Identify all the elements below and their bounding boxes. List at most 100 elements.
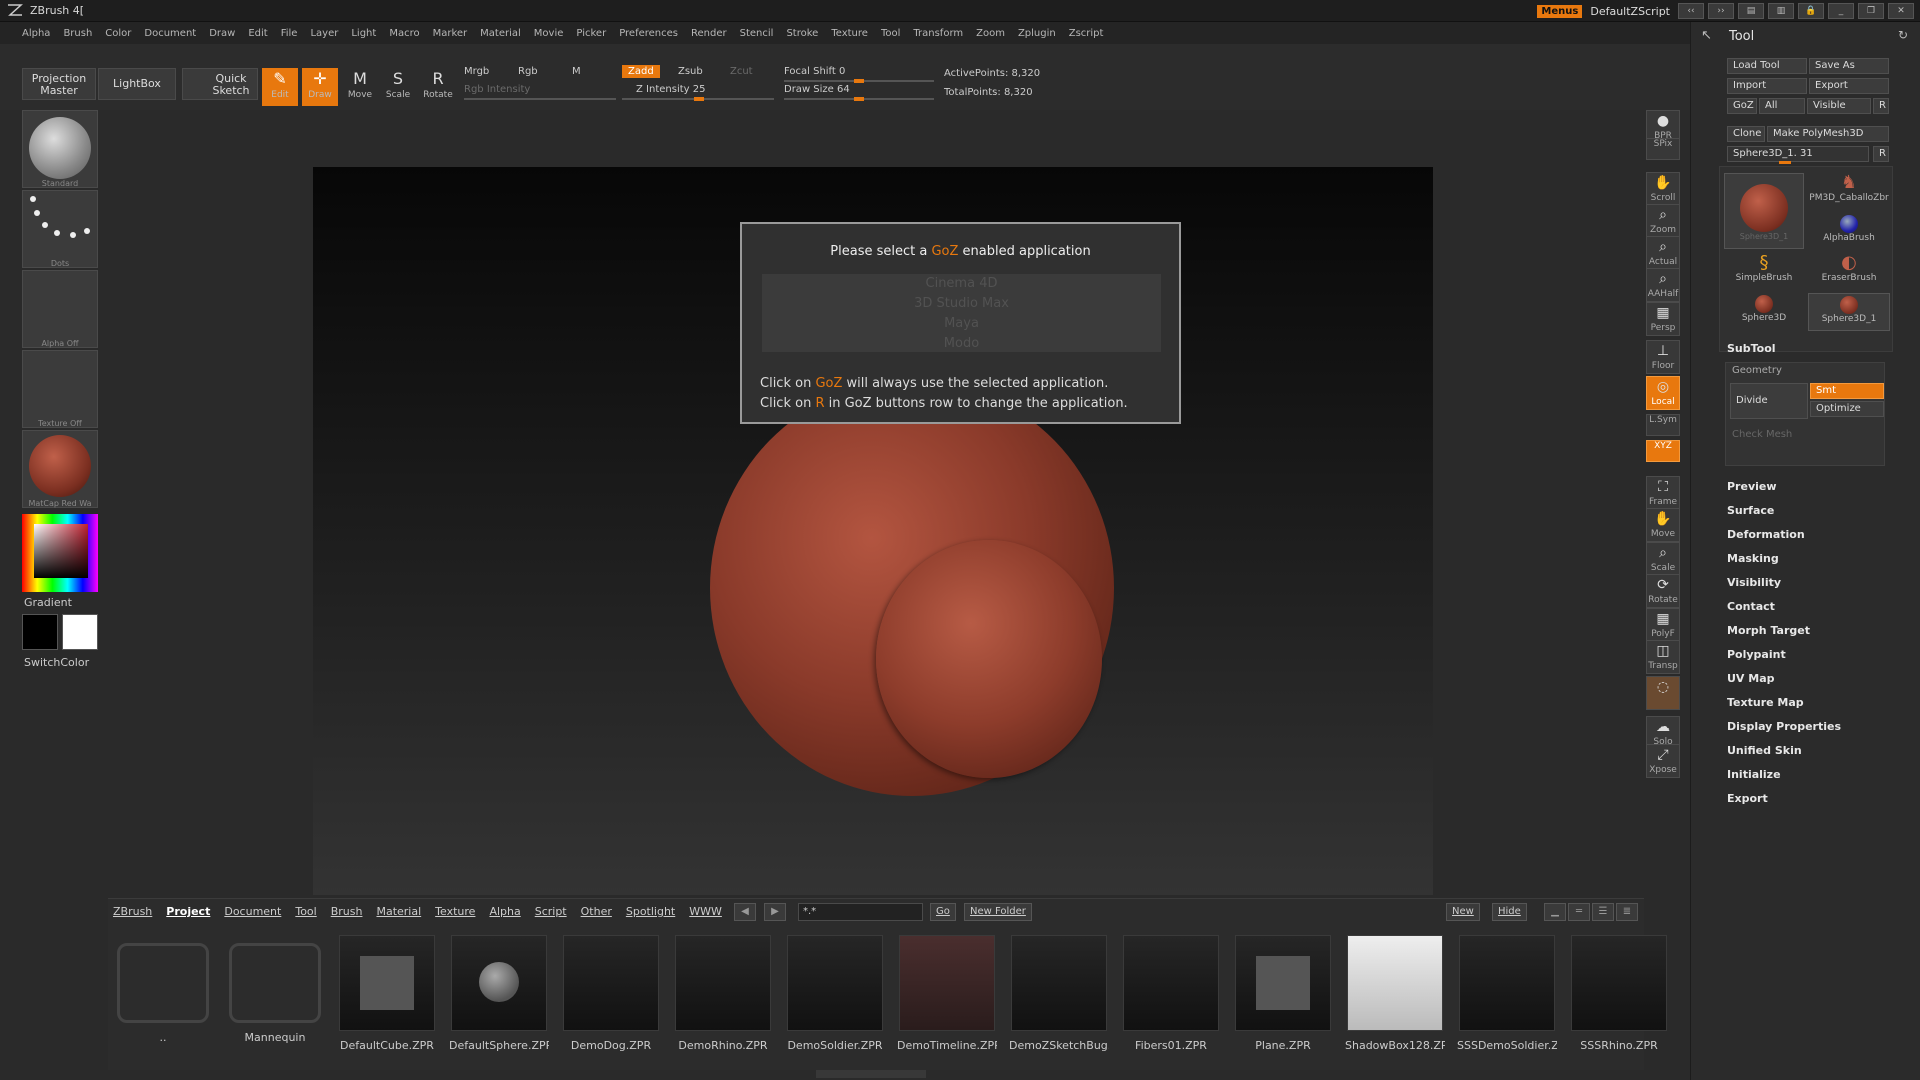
- section-masking[interactable]: Masking: [1727, 552, 1779, 565]
- lightbox-tab-alpha[interactable]: Alpha: [489, 905, 520, 918]
- section-texture-map[interactable]: Texture Map: [1727, 696, 1804, 709]
- lightbox-new-folder-button[interactable]: New Folder: [964, 903, 1032, 921]
- goz-app-option[interactable]: Modo: [762, 334, 1161, 352]
- smt-toggle[interactable]: Smt: [1810, 383, 1884, 399]
- menu-stroke[interactable]: Stroke: [786, 28, 818, 39]
- rotate-button[interactable]: R Rotate: [420, 68, 456, 106]
- lightbox-new-button[interactable]: New: [1446, 903, 1480, 921]
- divide-button[interactable]: Divide: [1730, 383, 1808, 419]
- goz-button[interactable]: GoZ: [1727, 98, 1757, 114]
- current-tool-knob[interactable]: [1779, 161, 1791, 164]
- menu-zscript[interactable]: Zscript: [1069, 28, 1104, 39]
- zoom-button[interactable]: ⌕ Zoom: [1646, 204, 1680, 238]
- layout-icon[interactable]: ▤: [1738, 3, 1764, 19]
- menu-tool[interactable]: Tool: [881, 28, 900, 39]
- clone-button[interactable]: Clone: [1727, 126, 1765, 142]
- lightbox-file-item[interactable]: DemoSoldier.ZPR: [785, 935, 885, 1052]
- xpose-button[interactable]: ⤢ Xpose: [1646, 744, 1680, 778]
- alpha-selector[interactable]: Alpha Off: [22, 270, 98, 348]
- lightbox-file-item[interactable]: DemoZSketchBug.ZPR: [1009, 935, 1109, 1052]
- brush-selector[interactable]: Standard: [22, 110, 98, 188]
- menu-brush[interactable]: Brush: [63, 28, 92, 39]
- tool-thumb-pm3d-caballo[interactable]: ♞ PM3D_CaballoZbr: [1808, 173, 1890, 211]
- menus-button[interactable]: Menus: [1537, 4, 1583, 18]
- lightbox-file-item[interactable]: Fibers01.ZPR: [1121, 935, 1221, 1052]
- aahalf-button[interactable]: ⌕ AAHalf: [1646, 268, 1680, 302]
- menu-zplugin[interactable]: Zplugin: [1018, 28, 1056, 39]
- check-mesh-button[interactable]: Check Mesh: [1732, 429, 1792, 440]
- z-intensity-knob[interactable]: [694, 97, 704, 101]
- optimize-button[interactable]: Optimize: [1810, 401, 1884, 417]
- scroll-button[interactable]: ✋ Scroll: [1646, 172, 1680, 206]
- section-initialize[interactable]: Initialize: [1727, 768, 1781, 781]
- refresh-icon[interactable]: ↻: [1898, 28, 1908, 42]
- scale-button[interactable]: S Scale: [380, 68, 416, 106]
- lightbox-search-input[interactable]: *.*: [798, 903, 923, 921]
- current-tool-slider[interactable]: Sphere3D_1. 31: [1727, 146, 1869, 162]
- section-deformation[interactable]: Deformation: [1727, 528, 1805, 541]
- lightbox-go-button[interactable]: Go: [930, 903, 956, 921]
- gradient-toggle[interactable]: Gradient: [24, 596, 72, 609]
- actual-button[interactable]: ⌕ Actual: [1646, 236, 1680, 270]
- goz-all-button[interactable]: All: [1759, 98, 1805, 114]
- tool-thumb-eraserbrush[interactable]: ◐ EraserBrush: [1808, 253, 1890, 291]
- menu-marker[interactable]: Marker: [433, 28, 468, 39]
- lightbox-next-icon[interactable]: ▶: [764, 903, 786, 921]
- lightbox-file-item[interactable]: ShadowBox128.ZPR: [1345, 935, 1445, 1052]
- lock-icon[interactable]: 🔒: [1798, 3, 1824, 19]
- lightbox-file-item[interactable]: DefaultCube.ZPR: [337, 935, 437, 1052]
- lightbox-tab-document[interactable]: Document: [224, 905, 281, 918]
- lightbox-tab-tool[interactable]: Tool: [295, 905, 316, 918]
- import-button[interactable]: Import: [1727, 78, 1807, 94]
- section-morph-target[interactable]: Morph Target: [1727, 624, 1810, 637]
- move-button[interactable]: M Move: [342, 68, 378, 106]
- edit-button[interactable]: ✎ Edit: [262, 68, 298, 106]
- goz-app-option[interactable]: 3D Studio Max: [762, 294, 1161, 314]
- projection-master-button[interactable]: Projection Master: [22, 68, 96, 100]
- rgb-intensity-slider[interactable]: Rgb Intensity: [464, 84, 530, 95]
- lsym-button[interactable]: L.Sym: [1646, 414, 1680, 436]
- tool-thumb-sphere3d-1-active[interactable]: Sphere3D_1: [1724, 173, 1804, 249]
- load-tool-button[interactable]: Load Tool: [1727, 58, 1807, 74]
- tool-thumb-sphere3d-1[interactable]: Sphere3D_1: [1808, 293, 1890, 331]
- menu-light[interactable]: Light: [351, 28, 376, 39]
- lightbox-tab-script[interactable]: Script: [535, 905, 567, 918]
- lightbox-file-item[interactable]: SSSRhino.ZPR: [1569, 935, 1669, 1052]
- layout2-icon[interactable]: ▥: [1768, 3, 1794, 19]
- focal-shift-slider[interactable]: Focal Shift 0: [784, 66, 845, 77]
- lightbox-tab-brush[interactable]: Brush: [331, 905, 363, 918]
- scroll-right-icon[interactable]: ››: [1708, 3, 1734, 19]
- draw-button[interactable]: ✛ Draw: [302, 68, 338, 106]
- spix-button[interactable]: SPix: [1646, 138, 1680, 160]
- move-button[interactable]: ✋ Move: [1646, 508, 1680, 542]
- main-color-swatch[interactable]: [22, 614, 58, 650]
- lightbox-tab-www[interactable]: WWW: [689, 905, 722, 918]
- menu-material[interactable]: Material: [480, 28, 521, 39]
- make-polymesh-button[interactable]: Make PolyMesh3D: [1767, 126, 1889, 142]
- lightbox-tab-zbrush[interactable]: ZBrush: [113, 905, 152, 918]
- tool-thumb-simplebrush[interactable]: § SimpleBrush: [1724, 253, 1804, 291]
- z-intensity-slider[interactable]: Z Intensity 25: [636, 84, 705, 95]
- menu-stencil[interactable]: Stencil: [740, 28, 774, 39]
- color-picker[interactable]: [22, 514, 98, 592]
- ghost-button[interactable]: ◌: [1646, 676, 1680, 710]
- floor-button[interactable]: ⊥ Floor: [1646, 340, 1680, 374]
- layout-triple-icon[interactable]: ☰: [1592, 903, 1614, 921]
- restore-icon[interactable]: ❐: [1858, 3, 1884, 19]
- menu-edit[interactable]: Edit: [248, 28, 267, 39]
- menu-macro[interactable]: Macro: [389, 28, 419, 39]
- geometry-section[interactable]: Geometry: [1732, 365, 1782, 376]
- lightbox-file-item[interactable]: DemoTimeline.ZPR: [897, 935, 997, 1052]
- section-export[interactable]: Export: [1727, 792, 1768, 805]
- export-button[interactable]: Export: [1809, 78, 1889, 94]
- menu-color[interactable]: Color: [105, 28, 131, 39]
- menu-preferences[interactable]: Preferences: [619, 28, 678, 39]
- pin-icon[interactable]: ↖: [1701, 28, 1712, 43]
- transp-button[interactable]: ◫ Transp: [1646, 640, 1680, 674]
- section-polypaint[interactable]: Polypaint: [1727, 648, 1786, 661]
- lightbox-tab-texture[interactable]: Texture: [435, 905, 475, 918]
- menu-texture[interactable]: Texture: [831, 28, 868, 39]
- scale-button[interactable]: ⌕ Scale: [1646, 542, 1680, 576]
- material-selector[interactable]: MatCap Red Wa: [22, 430, 98, 508]
- menu-picker[interactable]: Picker: [576, 28, 606, 39]
